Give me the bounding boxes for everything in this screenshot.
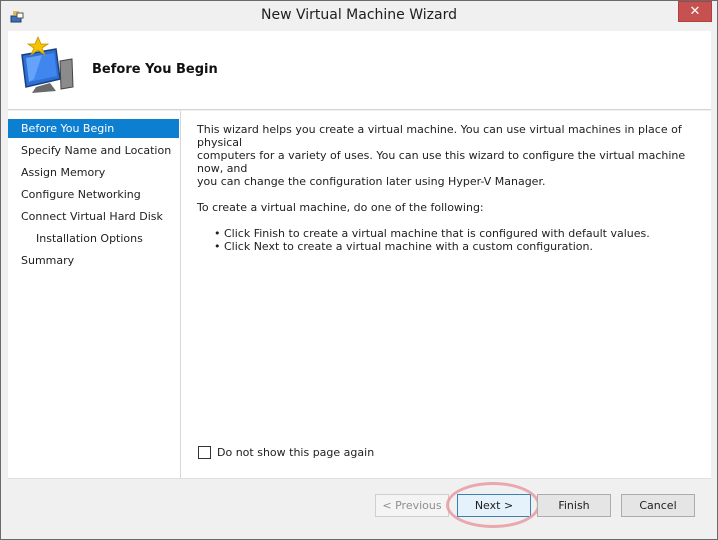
option-list: • Click Finish to create a virtual machi… bbox=[214, 227, 697, 253]
wizard-header: Before You Begin bbox=[8, 31, 711, 110]
nav-item-connect-virtual-hard-disk[interactable]: Connect Virtual Hard Disk bbox=[8, 207, 179, 226]
list-item: • Click Next to create a virtual machine… bbox=[214, 240, 593, 253]
title-bar: New Virtual Machine Wizard ✕ bbox=[1, 1, 717, 31]
list-item: • Click Finish to create a virtual machi… bbox=[214, 227, 650, 240]
intro-line: This wizard helps you create a virtual m… bbox=[197, 123, 682, 149]
intro-line: you can change the configuration later u… bbox=[197, 175, 546, 188]
close-button[interactable]: ✕ bbox=[678, 1, 712, 22]
previous-button[interactable]: < Previous bbox=[375, 494, 449, 517]
nav-item-before-you-begin[interactable]: Before You Begin bbox=[8, 119, 179, 138]
wizard-footer: < Previous Next > Finish Cancel bbox=[8, 478, 711, 534]
nav-item-specify-name-and-location[interactable]: Specify Name and Location bbox=[8, 141, 179, 160]
window-title: New Virtual Machine Wizard bbox=[261, 7, 457, 23]
page-title: Before You Begin bbox=[92, 62, 218, 77]
wizard-content: This wizard helps you create a virtual m… bbox=[197, 123, 697, 253]
nav-item-assign-memory[interactable]: Assign Memory bbox=[8, 163, 179, 182]
virtual-machine-star-icon bbox=[16, 35, 76, 95]
wizard-steps-nav: Before You Begin Specify Name and Locati… bbox=[8, 111, 181, 478]
cancel-button[interactable]: Cancel bbox=[621, 494, 695, 517]
dont-show-again-row[interactable]: Do not show this page again bbox=[198, 444, 374, 460]
instruction-text: To create a virtual machine, do one of t… bbox=[197, 201, 484, 214]
nav-item-summary[interactable]: Summary bbox=[8, 251, 179, 270]
finish-button[interactable]: Finish bbox=[537, 494, 611, 517]
wizard-window: New Virtual Machine Wizard ✕ Before You … bbox=[0, 0, 718, 540]
highlight-annotation bbox=[446, 482, 540, 528]
intro-paragraph: This wizard helps you create a virtual m… bbox=[197, 123, 697, 188]
nav-item-installation-options[interactable]: Installation Options bbox=[8, 229, 179, 248]
dont-show-again-label[interactable]: Do not show this page again bbox=[217, 446, 374, 459]
wizard-body: Before You Begin Specify Name and Locati… bbox=[8, 111, 711, 478]
dont-show-again-checkbox[interactable] bbox=[198, 445, 211, 459]
nav-item-configure-networking[interactable]: Configure Networking bbox=[8, 185, 179, 204]
intro-line: computers for a variety of uses. You can… bbox=[197, 149, 686, 175]
close-icon: ✕ bbox=[689, 4, 701, 19]
